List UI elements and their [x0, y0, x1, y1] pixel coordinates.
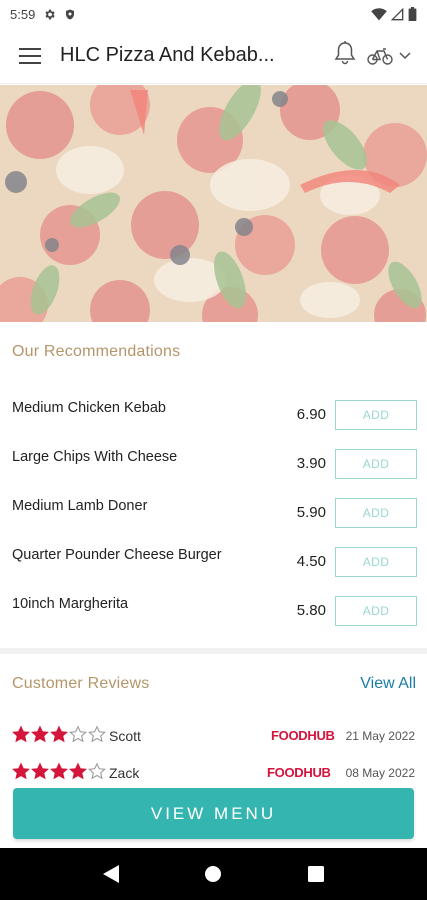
- add-button[interactable]: ADD: [335, 547, 417, 577]
- gear-icon: [43, 8, 56, 21]
- foodhub-logo: FOODHUB: [271, 728, 335, 743]
- foodhub-logo: FOODHUB: [267, 765, 331, 780]
- star-filled-icon: [50, 725, 68, 743]
- star-filled-icon: [69, 762, 87, 780]
- add-button[interactable]: ADD: [335, 596, 417, 626]
- review-row: Zack FOODHUB 08 May 2022: [0, 762, 427, 790]
- add-button[interactable]: ADD: [335, 498, 417, 528]
- reviews-title: Customer Reviews: [12, 675, 150, 692]
- bicycle-icon[interactable]: [367, 46, 411, 66]
- app-title: HLC Pizza And Kebab...: [60, 44, 275, 66]
- star-filled-icon: [31, 725, 49, 743]
- add-button[interactable]: ADD: [335, 400, 417, 430]
- review-date: 21 May 2022: [345, 729, 415, 743]
- back-icon[interactable]: [91, 854, 131, 894]
- item-price: 6.90: [296, 406, 326, 423]
- star-rating: [12, 762, 106, 780]
- system-nav-bar: [0, 848, 427, 900]
- item-name: Medium Lamb Doner: [12, 498, 148, 514]
- status-bar: 5:59: [0, 0, 427, 28]
- list-item: 10inch Margherita 5.80 ADD: [0, 586, 427, 635]
- hero-image: [0, 85, 427, 322]
- list-item: Medium Chicken Kebab 6.90 ADD: [0, 390, 427, 439]
- star-empty-icon: [88, 725, 106, 743]
- add-button[interactable]: ADD: [335, 449, 417, 479]
- recommendations-list: Medium Chicken Kebab 6.90 ADD Large Chip…: [0, 390, 427, 635]
- item-name: 10inch Margherita: [12, 596, 129, 612]
- view-menu-button[interactable]: VIEW MENU: [13, 788, 414, 839]
- reviewer-name: Zack: [109, 765, 140, 781]
- bell-icon[interactable]: [333, 40, 357, 71]
- item-price: 5.80: [296, 602, 326, 619]
- star-filled-icon: [50, 762, 68, 780]
- item-name: Quarter Pounder Cheese Burger: [12, 547, 222, 563]
- item-price: 4.50: [296, 553, 326, 570]
- item-price: 5.90: [296, 504, 326, 521]
- review-date: 08 May 2022: [345, 766, 415, 780]
- star-empty-icon: [88, 762, 106, 780]
- battery-icon: [408, 7, 417, 21]
- list-item: Large Chips With Cheese 3.90 ADD: [0, 439, 427, 488]
- view-all-link[interactable]: View All: [360, 675, 416, 693]
- item-name: Large Chips With Cheese: [12, 449, 178, 465]
- signal-icon: [391, 7, 404, 21]
- review-row: Scott FOODHUB 21 May 2022: [0, 725, 427, 753]
- star-filled-icon: [12, 762, 30, 780]
- menu-icon[interactable]: [0, 28, 60, 84]
- recents-icon[interactable]: [296, 854, 336, 894]
- home-icon[interactable]: [193, 854, 233, 894]
- status-time: 5:59: [10, 6, 36, 22]
- chevron-down-icon[interactable]: [399, 51, 411, 60]
- star-filled-icon: [31, 762, 49, 780]
- app-bar: HLC Pizza And Kebab...: [0, 28, 427, 84]
- shield-icon: [64, 8, 76, 21]
- star-empty-icon: [69, 725, 87, 743]
- wifi-icon: [371, 7, 387, 21]
- recommendations-title: Our Recommendations: [12, 343, 181, 360]
- item-name: Medium Chicken Kebab: [12, 400, 166, 416]
- star-filled-icon: [12, 725, 30, 743]
- star-rating: [12, 725, 106, 743]
- list-item: Medium Lamb Doner 5.90 ADD: [0, 488, 427, 537]
- reviewer-name: Scott: [109, 728, 141, 744]
- section-divider: [0, 648, 427, 654]
- item-price: 3.90: [296, 455, 326, 472]
- list-item: Quarter Pounder Cheese Burger 4.50 ADD: [0, 537, 427, 586]
